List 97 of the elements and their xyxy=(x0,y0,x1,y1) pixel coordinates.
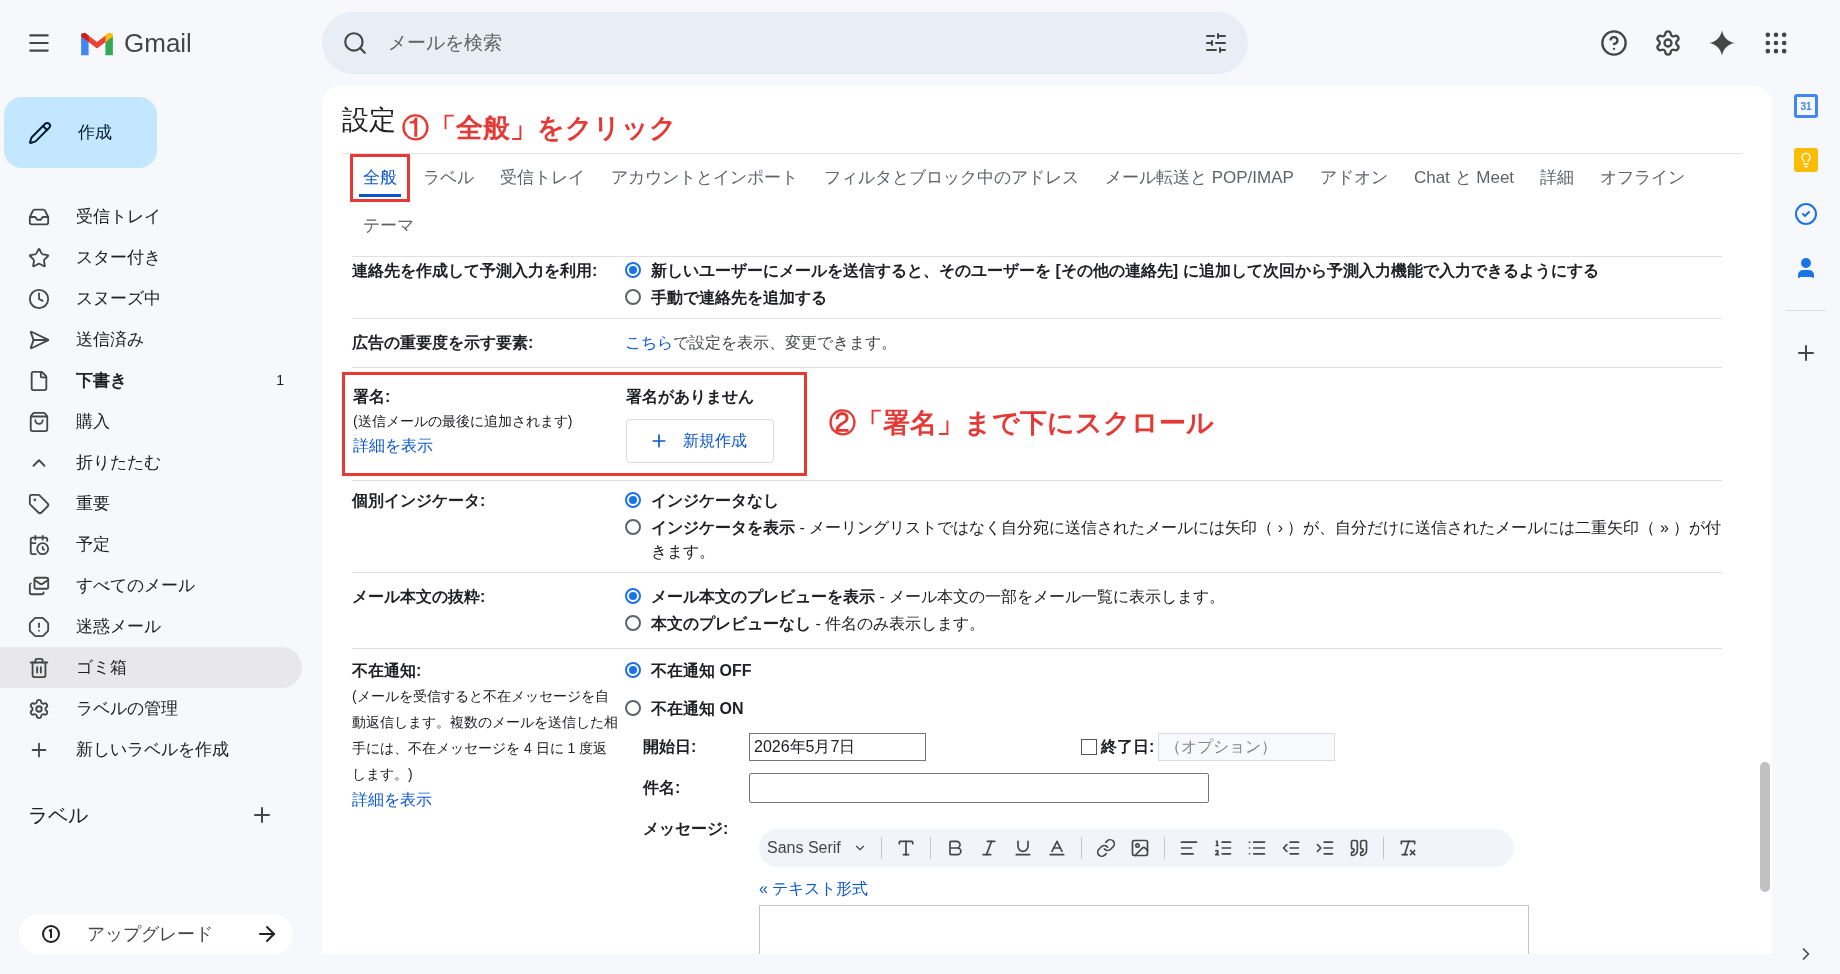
setting-label: 不在通知: xyxy=(352,660,423,681)
search-field[interactable]: メールを検索 xyxy=(388,28,1204,58)
field-label: メッセージ: xyxy=(643,818,730,839)
tag-icon xyxy=(28,492,50,515)
settings-tab[interactable]: メール転送と POP/IMAP xyxy=(1092,153,1307,202)
settings-link[interactable]: こちら xyxy=(625,333,673,351)
radio-button[interactable] xyxy=(625,587,641,604)
trash-icon xyxy=(28,656,50,679)
signature-status: 署名がありません xyxy=(626,386,755,407)
settings-tab[interactable]: アカウントとインポート xyxy=(598,153,811,202)
annotation-text: ②「署名」まで下にスクロール xyxy=(829,407,1214,441)
setting-label: 連絡先を作成して予測入力を利用: xyxy=(352,260,599,281)
sidebar-item[interactable]: 重要 xyxy=(0,483,302,524)
create-signature-button[interactable]: 新規作成 xyxy=(626,418,774,463)
image-icon[interactable] xyxy=(1129,837,1150,858)
sidebar-item[interactable]: スヌーズ中 xyxy=(0,278,302,319)
sparkle-icon[interactable] xyxy=(1708,29,1736,57)
sidebar-item[interactable]: 新しいラベルを作成 xyxy=(0,729,302,770)
alert-icon xyxy=(28,615,50,638)
search-bar[interactable]: メールを検索 xyxy=(322,12,1248,74)
mails-icon xyxy=(28,574,50,597)
settings-tab[interactable]: ラベル xyxy=(410,153,487,202)
pencil-icon xyxy=(28,120,52,145)
sidebar-item[interactable]: 折りたたむ xyxy=(0,442,302,483)
settings-tab[interactable]: フィルタとブロック中のアドレス xyxy=(811,153,1092,202)
bag-icon xyxy=(28,410,50,433)
annotation-text: ①「全般」をクリック xyxy=(402,112,677,145)
settings-tab[interactable]: 受信トレイ xyxy=(487,153,598,202)
scrollbar[interactable] xyxy=(1760,762,1770,892)
sidebar-item[interactable]: スター付き xyxy=(0,237,302,278)
option-label: 新しいユーザーにメールを送信すると、そのユーザーを [その他の連絡先] に追加して次回から予測入力機能で入力できるようにする xyxy=(651,260,1599,282)
option-label: 不在通知 OFF xyxy=(651,660,752,681)
option-label: 手動で連絡先を追加する xyxy=(651,287,827,308)
calendar-clock-icon xyxy=(28,533,50,556)
radio-button[interactable] xyxy=(625,699,641,716)
sidebar-item[interactable]: ラベルの管理 xyxy=(0,688,302,729)
setting-label: 個別インジケータ: xyxy=(352,490,487,511)
upgrade-icon xyxy=(41,924,61,944)
radio-button[interactable] xyxy=(625,518,641,535)
option-label: メール本文のプレビューを表示 - メール本文の一部をメール一覧に表示します。 xyxy=(651,586,1226,607)
sidebar-item[interactable]: ゴミ箱 xyxy=(0,647,302,688)
sidebar-item[interactable]: 購入 xyxy=(0,401,302,442)
subject-field[interactable] xyxy=(749,772,1209,803)
page-title: 設定 xyxy=(342,104,396,137)
option-label: 本文のプレビューなし - 件名のみ表示します。 xyxy=(651,613,986,635)
settings-tab[interactable]: テーマ xyxy=(350,201,427,250)
settings-tab[interactable]: アドオン xyxy=(1306,153,1401,202)
clock-icon xyxy=(28,287,50,310)
filter-icon[interactable] xyxy=(1204,31,1228,55)
start-date-field[interactable]: 2026年5月7日 xyxy=(749,732,926,761)
labels-heading: ラベル xyxy=(28,803,88,828)
link-icon[interactable] xyxy=(1095,837,1116,858)
option-label: インジケータなし xyxy=(651,490,779,512)
settings-icon[interactable] xyxy=(1654,29,1682,57)
radio-button[interactable] xyxy=(625,288,641,305)
send-icon xyxy=(28,328,50,351)
details-link[interactable]: 詳細を表示 xyxy=(353,432,626,459)
field-label: 開始日: xyxy=(643,736,698,757)
help-icon[interactable] xyxy=(1600,29,1628,57)
gear-icon xyxy=(28,697,50,720)
upgrade-button[interactable]: アップグレード xyxy=(19,914,293,954)
ads-text: こちらで設定を表示、変更できます。 xyxy=(625,332,898,353)
star-icon xyxy=(28,246,50,269)
file-icon xyxy=(28,369,50,392)
sidebar-item[interactable]: 予定 xyxy=(0,524,302,565)
font-dropdown[interactable]: Sans Serif xyxy=(767,835,867,860)
tasks-icon[interactable] xyxy=(1794,202,1818,226)
sidebar-item[interactable]: 下書き 1 xyxy=(0,360,302,401)
option-label: 不在通知 ON xyxy=(651,698,744,719)
field-label: 件名: xyxy=(643,777,682,798)
radio-button[interactable] xyxy=(625,614,641,631)
radio-button[interactable] xyxy=(625,661,641,678)
setting-note: (送信メールの最後に追加されます) xyxy=(353,411,574,431)
quote-icon[interactable] xyxy=(1348,837,1369,858)
app-name: Gmail xyxy=(124,26,192,60)
setting-label: メール本文の抜粋: xyxy=(352,586,487,607)
details-link[interactable]: 詳細を表示 xyxy=(352,786,619,813)
settings-tab[interactable]: Chat と Meet xyxy=(1400,153,1528,202)
setting-label: 署名: xyxy=(353,386,392,407)
option-label: インジケータを表示 - メーリングリストではなく自分宛に送信されたメールには矢印（ › ）が、自分だけに送信されたメールには二重矢印（ » ）が付きます。 xyxy=(651,517,1722,562)
field-label: 終了日: xyxy=(1101,736,1155,757)
checkbox[interactable] xyxy=(1081,738,1097,755)
radio-button[interactable] xyxy=(625,491,641,508)
settings-tab[interactable]: オフライン xyxy=(1587,153,1699,202)
setting-label: 広告の重要度を示す要素: xyxy=(352,332,535,353)
compose-button[interactable]: 作成 xyxy=(4,97,157,168)
sidebar-item[interactable]: 受信トレイ xyxy=(0,196,302,237)
radio-button[interactable] xyxy=(625,261,641,278)
setting-note: (メールを受信すると不在メッセージを自動返信します。複数のメールを送信した相手には、不在メッセージを 4 日に 1 度返します。) xyxy=(352,686,619,784)
sidebar-item[interactable]: 迷惑メール xyxy=(0,606,302,647)
item-count: 1 xyxy=(276,371,284,390)
search-icon[interactable] xyxy=(342,30,368,56)
settings-tab[interactable]: 詳細 xyxy=(1527,153,1588,202)
plain-text-link[interactable]: « テキスト形式 xyxy=(759,876,1529,901)
settings-tab[interactable]: 全般 xyxy=(350,153,410,202)
sidebar-item[interactable]: すべてのメール xyxy=(0,565,302,606)
sidebar-item[interactable]: 送信済み xyxy=(0,319,302,360)
